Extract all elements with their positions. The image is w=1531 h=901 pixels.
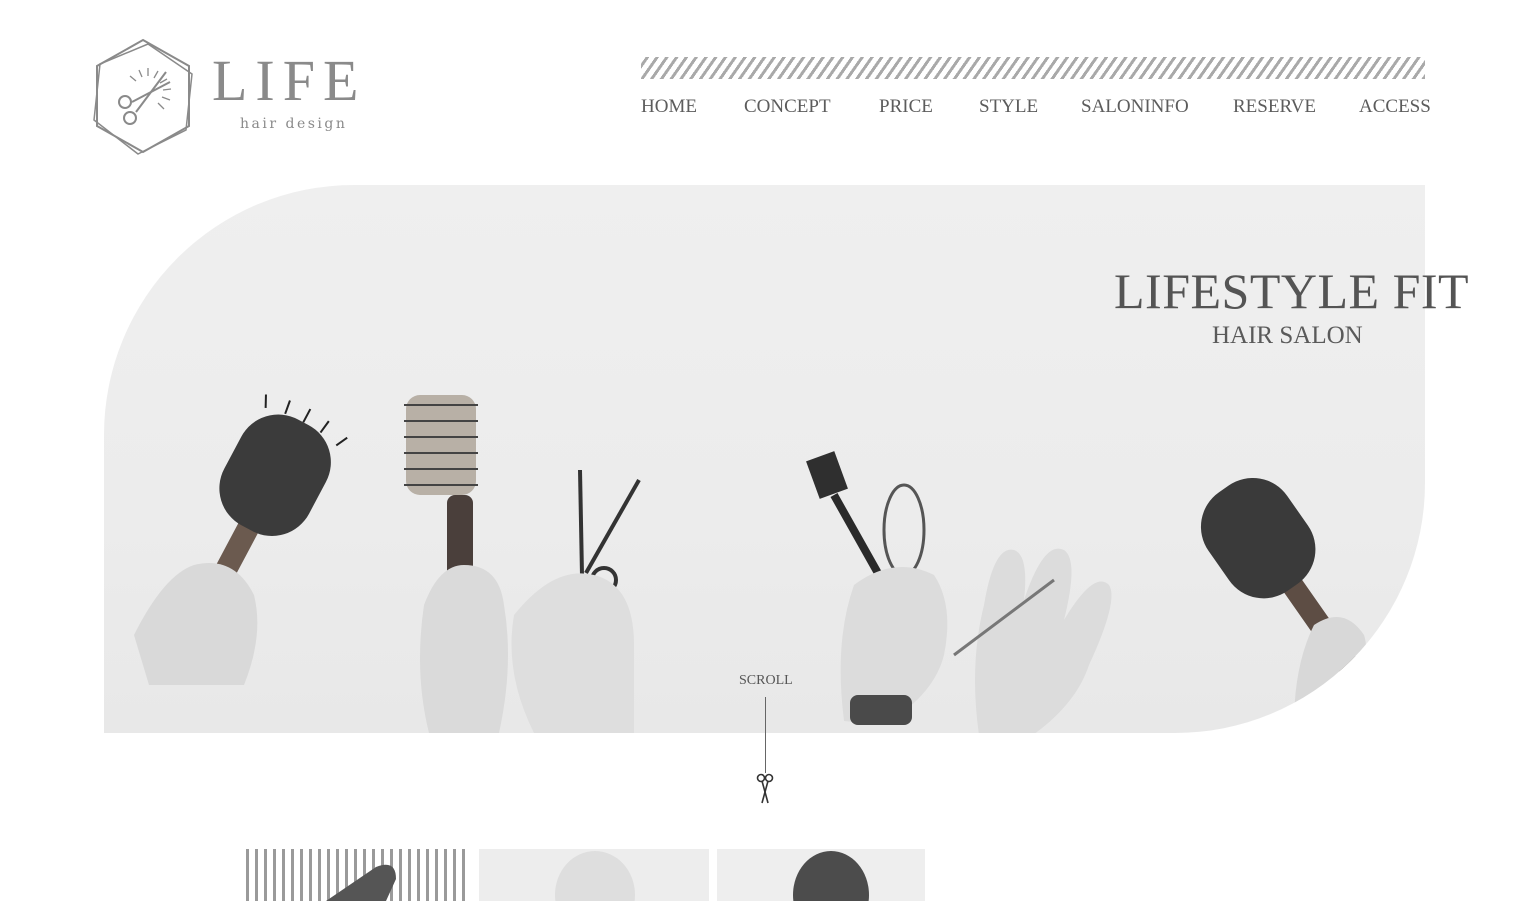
logo-wordmark: LIFE: [212, 48, 367, 113]
scroll-line: [765, 697, 766, 773]
logo-tagline: hair design: [240, 116, 348, 132]
site-logo[interactable]: LIFE hair design: [88, 36, 368, 160]
nav-style[interactable]: STYLE: [979, 96, 1038, 118]
thumbnail-light-head[interactable]: [479, 849, 709, 901]
scroll-label[interactable]: SCROLL: [739, 673, 793, 689]
thumbnail-dark-head[interactable]: [717, 849, 925, 901]
nav-price[interactable]: PRICE: [879, 96, 933, 118]
decorative-stripe-bar: [641, 57, 1425, 79]
dark-head-shape: [793, 851, 869, 901]
hero-title: LIFESTYLE FIT: [1114, 263, 1470, 319]
comb-shape: [326, 864, 396, 901]
light-head-shape: [555, 851, 635, 901]
scissors-icon[interactable]: [754, 772, 776, 806]
thumbnail-striped[interactable]: [246, 849, 471, 901]
hero-subtitle: HAIR SALON: [1212, 322, 1363, 349]
scissors-logo-icon: [93, 38, 193, 155]
main-nav: HOME CONCEPT PRICE STYLE SALONINFO RESER…: [641, 96, 1431, 122]
nav-home[interactable]: HOME: [641, 96, 697, 118]
nav-saloninfo[interactable]: SALONINFO: [1081, 96, 1189, 118]
nav-reserve[interactable]: RESERVE: [1233, 96, 1316, 118]
nav-access[interactable]: ACCESS: [1359, 96, 1431, 118]
nav-concept[interactable]: CONCEPT: [744, 96, 831, 118]
